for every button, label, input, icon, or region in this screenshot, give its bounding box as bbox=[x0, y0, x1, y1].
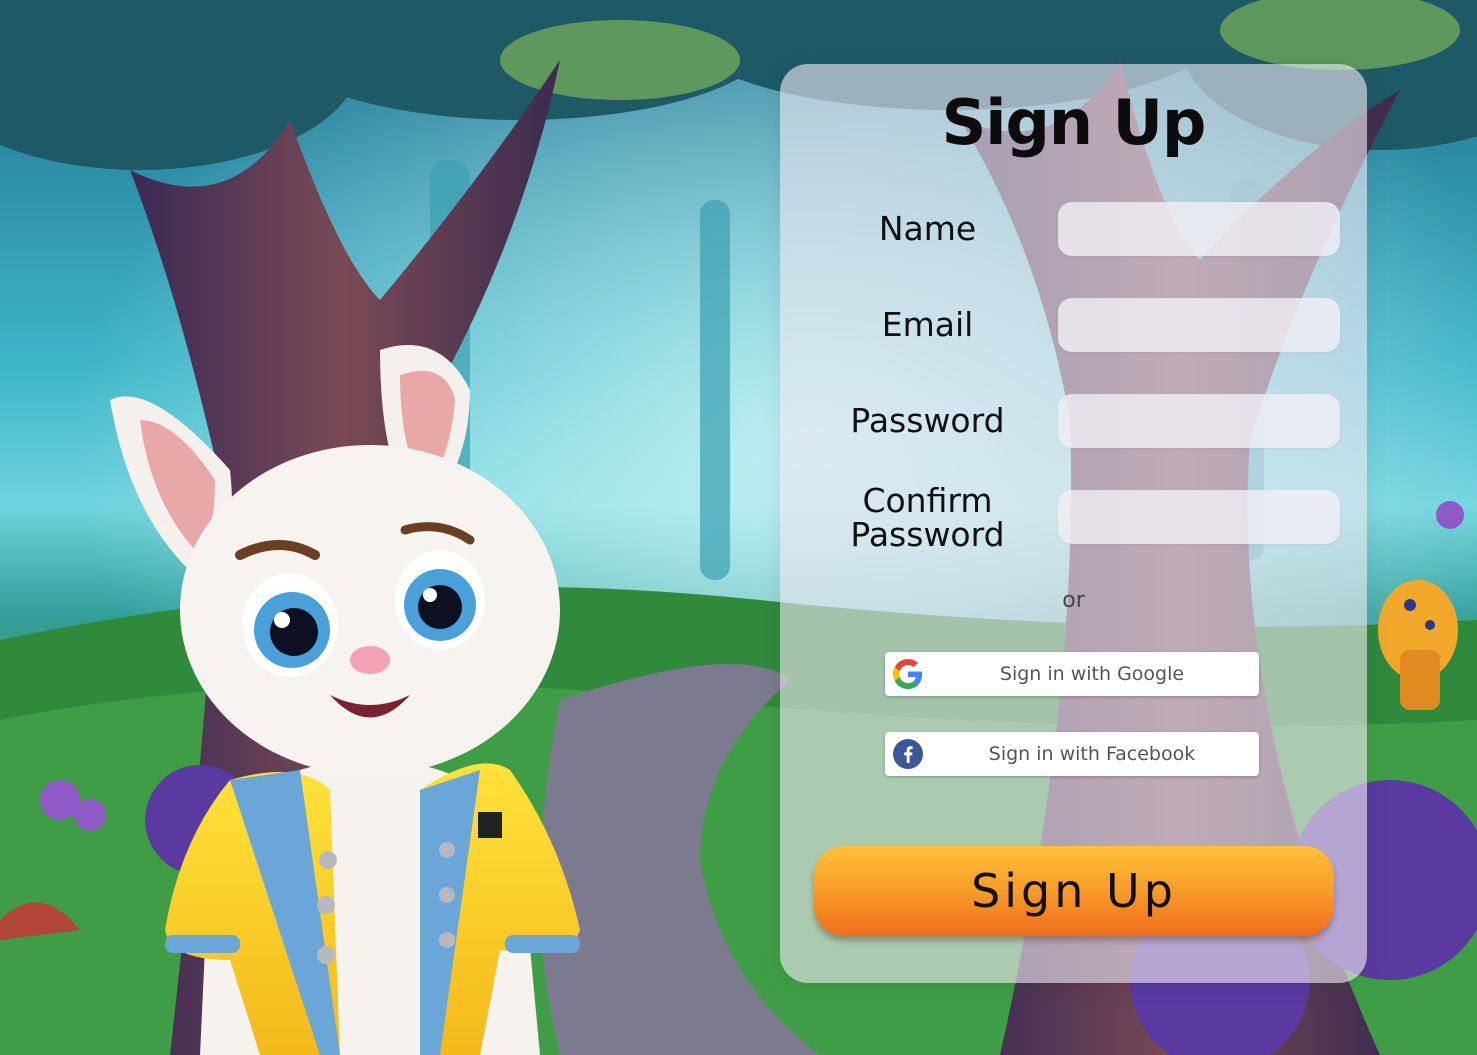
email-field[interactable] bbox=[1058, 298, 1340, 352]
password-label: Password bbox=[850, 401, 1005, 440]
confirm-password-label-line2: Password bbox=[850, 515, 1005, 554]
email-label: Email bbox=[881, 305, 974, 344]
signup-submit-button[interactable]: Sign Up bbox=[814, 846, 1334, 936]
page-title: Sign Up bbox=[941, 86, 1207, 159]
facebook-signin-button[interactable]: Sign in with Facebook bbox=[885, 732, 1259, 776]
confirm-password-field[interactable] bbox=[1058, 490, 1340, 544]
google-icon bbox=[893, 659, 923, 689]
password-field[interactable] bbox=[1058, 394, 1340, 448]
confirm-password-label: Confirm Password bbox=[830, 484, 1025, 552]
google-signin-label: Sign in with Google bbox=[999, 663, 1185, 685]
google-signin-button[interactable]: Sign in with Google bbox=[885, 652, 1259, 696]
name-field[interactable] bbox=[1058, 202, 1340, 256]
login-screen: Sign Up Name Email Password Confirm Pass… bbox=[0, 0, 1477, 1055]
facebook-icon bbox=[893, 739, 923, 769]
name-label: Name bbox=[878, 209, 977, 248]
confirm-password-label-line1: Confirm bbox=[862, 481, 993, 520]
facebook-signin-label: Sign in with Facebook bbox=[988, 743, 1196, 765]
signup-card: Sign Up Name Email Password Confirm Pass… bbox=[780, 64, 1367, 983]
or-divider: or bbox=[1062, 588, 1085, 613]
